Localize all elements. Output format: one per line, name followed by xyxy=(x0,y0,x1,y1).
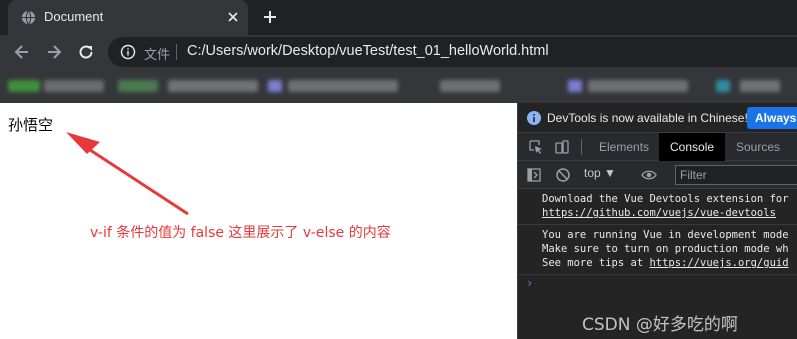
filter-input[interactable]: Filter xyxy=(675,165,797,185)
url-text[interactable]: C:/Users/work/Desktop/vueTest/test_01_he… xyxy=(187,43,549,59)
browser-tab[interactable]: Document xyxy=(8,0,248,35)
sidebar-icon[interactable] xyxy=(526,167,542,183)
infobar-message: DevTools is now available in Chinese! xyxy=(547,111,748,125)
blurred-bookmark[interactable] xyxy=(268,80,282,92)
blurred-bookmark[interactable] xyxy=(8,80,40,92)
reload-icon[interactable] xyxy=(77,43,95,61)
blurred-bookmark[interactable] xyxy=(44,80,104,92)
plus-icon[interactable] xyxy=(262,9,278,25)
tab-elements[interactable]: Elements xyxy=(588,133,660,161)
tab-title: Document xyxy=(44,9,104,24)
filter-placeholder: Filter xyxy=(680,168,707,182)
info-icon xyxy=(527,111,541,125)
blurred-bookmark[interactable] xyxy=(288,80,398,92)
console-link[interactable]: https://vuejs.org/guid xyxy=(649,257,788,269)
annotation-arrow xyxy=(66,132,189,216)
tab-strip: Document xyxy=(0,0,797,35)
globe-icon xyxy=(21,10,36,25)
tab-sources[interactable]: Sources xyxy=(725,133,791,161)
tab-console[interactable]: Console xyxy=(659,133,726,161)
device-icon[interactable] xyxy=(554,139,570,155)
console-line: Download the Vue Devtools extension for xyxy=(542,193,789,205)
eye-icon[interactable] xyxy=(641,167,657,183)
file-label: 文件 xyxy=(144,48,171,63)
console-line: You are running Vue in development mode xyxy=(542,229,789,241)
console-link[interactable]: https://github.com/vuejs/vue-devtools xyxy=(542,206,797,220)
block-icon[interactable] xyxy=(555,167,571,183)
tab-divider xyxy=(581,139,582,155)
console-line: Make sure to turn on production mode wh xyxy=(542,243,789,255)
inspect-icon[interactable] xyxy=(528,139,544,155)
blurred-bookmark[interactable] xyxy=(740,80,780,92)
blurred-bookmark[interactable] xyxy=(118,80,158,92)
address-bar[interactable]: 文件 C:/Users/work/Desktop/vueTest/test_01… xyxy=(108,37,797,67)
omnibox-divider xyxy=(176,44,177,60)
blurred-bookmark[interactable] xyxy=(440,80,500,92)
annotation-text: v-if 条件的值为 false 这里展示了 v-else 的内容 xyxy=(90,225,391,241)
console-prompt[interactable]: › xyxy=(526,276,533,290)
bookmarks-bar xyxy=(0,69,797,103)
console-message: You are running Vue in development mode … xyxy=(518,225,797,275)
blurred-bookmark[interactable] xyxy=(588,80,688,92)
devtools-infobar: DevTools is now available in Chinese! Al… xyxy=(518,103,797,133)
forward-icon[interactable] xyxy=(45,43,63,61)
watermark: CSDN @好多吃的啊 xyxy=(582,315,738,335)
console-messages: Download the Vue Devtools extension for … xyxy=(518,189,797,275)
always-match-button[interactable]: Always m xyxy=(747,107,797,129)
context-select[interactable]: top ▼ xyxy=(584,166,616,180)
devtools-panel: DevTools is now available in Chinese! Al… xyxy=(517,103,797,339)
console-line: See more tips at https://vuejs.org/guid xyxy=(542,256,797,270)
tip-prefix: See more tips at xyxy=(542,257,650,269)
close-icon[interactable] xyxy=(226,10,240,24)
info-icon[interactable] xyxy=(120,44,136,60)
blurred-bookmark[interactable] xyxy=(168,80,258,92)
browser-toolbar: 文件 C:/Users/work/Desktop/vueTest/test_01… xyxy=(0,35,797,69)
console-toolbar: top ▼ Filter xyxy=(518,161,797,189)
blurred-bookmark[interactable] xyxy=(716,80,730,92)
blurred-bookmark[interactable] xyxy=(568,80,582,92)
console-message: Download the Vue Devtools extension for … xyxy=(518,189,797,225)
back-icon[interactable] xyxy=(13,43,31,61)
devtools-tab-bar: Elements Console Sources xyxy=(518,133,797,161)
